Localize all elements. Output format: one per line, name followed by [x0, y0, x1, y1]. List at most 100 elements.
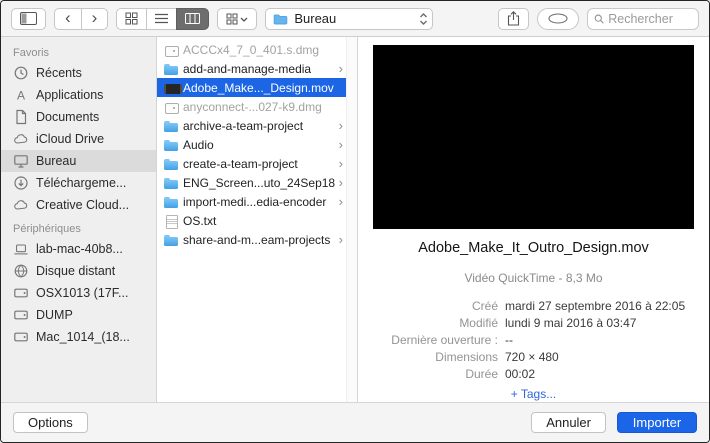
sidebar-item-label: Disque distant: [36, 264, 116, 278]
sidebar-toggle-button[interactable]: [11, 7, 46, 30]
list-view-button[interactable]: [146, 7, 178, 30]
chevron-right-icon: ›: [338, 232, 343, 247]
detail-row: Dernière ouverture : --: [373, 331, 694, 348]
folder-icon: [274, 14, 288, 24]
sidebar-item-dump[interactable]: DUMP: [1, 304, 156, 326]
folder-icon: [164, 195, 178, 209]
open-dialog: ‹ › Bureau Rechercher Favoris Récents A …: [0, 0, 710, 443]
view-mode-control: [116, 7, 210, 30]
detail-row: Dimensions 720 × 480: [373, 348, 694, 365]
file-row[interactable]: Adobe_Make..._Design.mov: [157, 78, 357, 97]
search-field[interactable]: [587, 7, 699, 30]
folder-icon: [164, 138, 178, 152]
laptop-icon: [13, 241, 29, 257]
search-icon: [594, 14, 604, 24]
download-icon: [13, 175, 29, 191]
group-by-button[interactable]: [217, 7, 258, 30]
globe-icon: [13, 263, 29, 279]
location-label: Bureau: [294, 11, 337, 26]
file-row[interactable]: create-a-team-project ›: [157, 154, 357, 173]
toolbar: ‹ › Bureau Rechercher: [1, 1, 709, 37]
file-row[interactable]: import-medi...edia-encoder ›: [157, 192, 357, 211]
chevron-right-icon: ›: [338, 61, 343, 76]
sidebar-item-lab-mac[interactable]: lab-mac-40b8...: [1, 238, 156, 260]
sidebar-item-osx1013[interactable]: OSX1013 (17F...: [1, 282, 156, 304]
folder-icon: [164, 62, 178, 76]
folder-icon: [164, 176, 178, 190]
tag-oval-icon: [548, 13, 568, 24]
sidebar-item-recents[interactable]: Récents: [1, 62, 156, 84]
video-preview: [373, 45, 694, 229]
movie-icon: [164, 81, 182, 95]
chevron-right-icon: ›: [338, 194, 343, 209]
disk-icon: [13, 307, 29, 323]
sidebar-item-label: iCloud Drive: [36, 132, 105, 146]
import-button[interactable]: Importer: [617, 412, 697, 433]
sidebar-item-label: Bureau: [36, 154, 77, 168]
cloud-icon: [13, 131, 29, 147]
share-icon: [507, 11, 520, 26]
icon-view-button[interactable]: [116, 7, 148, 30]
sidebar-toggle-icon: [20, 12, 37, 25]
file-name: add-and-manage-media: [183, 61, 312, 76]
back-button[interactable]: ‹: [54, 7, 82, 30]
sidebar-section-title: Favoris: [13, 47, 50, 59]
tags-button[interactable]: [537, 7, 579, 30]
file-row[interactable]: add-and-manage-media ›: [157, 59, 357, 78]
svg-text:A: A: [17, 89, 25, 103]
doc-icon: [13, 109, 29, 125]
sidebar-item-bureau[interactable]: Bureau: [1, 150, 156, 172]
detail-label: Durée: [465, 366, 498, 381]
column-view-icon: [185, 13, 201, 24]
file-row[interactable]: anyconnect-...027-k9.dmg: [157, 97, 357, 116]
file-column: ACCCx4_7_0_401.s.dmg add-and-manage-media…: [157, 37, 358, 402]
preview-kind-size: Vidéo QuickTime - 8,3 Mo: [464, 271, 603, 285]
sidebar-item-icloud-drive[interactable]: iCloud Drive: [1, 128, 156, 150]
column-view-button[interactable]: [176, 7, 210, 30]
file-row[interactable]: share-and-m...eam-projects ›: [157, 230, 357, 249]
apps-icon: A: [13, 87, 29, 103]
clock-icon: [13, 65, 29, 81]
preview-filename: Adobe_Make_It_Outro_Design.mov: [418, 240, 649, 256]
sidebar-item-label: Mac_1014_(18...: [36, 330, 130, 344]
file-name: Adobe_Make..._Design.mov: [183, 80, 334, 95]
detail-label: Modifié: [459, 315, 498, 330]
location-popup[interactable]: Bureau: [265, 7, 434, 30]
sidebar-item-label: DUMP: [36, 308, 73, 322]
file-row[interactable]: ENG_Screen...uto_24Sep18 ›: [157, 173, 357, 192]
sidebar-item-documents[interactable]: Documents: [1, 106, 156, 128]
share-button[interactable]: [498, 7, 529, 30]
file-name: ENG_Screen...uto_24Sep18: [183, 175, 335, 190]
chevron-right-icon: ›: [338, 175, 343, 190]
folder-icon: [164, 157, 178, 171]
file-row[interactable]: Audio ›: [157, 135, 357, 154]
file-name: ACCCx4_7_0_401.s.dmg: [183, 42, 320, 57]
search-input[interactable]: [608, 11, 692, 26]
sidebar-item-applications[interactable]: A Applications: [1, 84, 156, 106]
detail-row: Durée 00:02: [373, 365, 694, 382]
sidebar: Favoris Récents A Applications Documents iClo…: [1, 37, 157, 402]
nav-control: ‹ ›: [54, 7, 109, 30]
detail-value: 720 × 480: [505, 349, 559, 364]
sidebar-item-label: Récents: [36, 66, 82, 80]
sidebar-item-telechargements[interactable]: Téléchargeme...: [1, 172, 156, 194]
sidebar-item-disque-distant[interactable]: Disque distant: [1, 260, 156, 282]
file-row[interactable]: OS.txt: [157, 211, 357, 230]
detail-label: Créé: [471, 298, 498, 313]
footer: Options Annuler Importer: [1, 402, 709, 442]
sidebar-item-mac-1014[interactable]: Mac_1014_(18...: [1, 326, 156, 348]
cancel-button[interactable]: Annuler: [531, 412, 606, 433]
file-list: ACCCx4_7_0_401.s.dmg add-and-manage-media…: [157, 40, 357, 249]
sidebar-item-label: Documents: [36, 110, 100, 124]
options-button[interactable]: Options: [13, 412, 88, 433]
file-row[interactable]: ACCCx4_7_0_401.s.dmg: [157, 40, 357, 59]
forward-icon: ›: [91, 8, 98, 27]
detail-row: Modifié lundi 9 mai 2016 à 03:47: [373, 314, 694, 331]
add-tags-link[interactable]: + Tags...: [373, 387, 694, 401]
file-row[interactable]: archive-a-team-project ›: [157, 116, 357, 135]
forward-button[interactable]: ›: [80, 7, 109, 30]
sidebar-item-creative-cloud[interactable]: Creative Cloud...: [1, 194, 156, 216]
file-name: archive-a-team-project: [183, 118, 304, 133]
chevron-right-icon: ›: [338, 137, 343, 152]
scrollbar-track[interactable]: [346, 37, 357, 402]
